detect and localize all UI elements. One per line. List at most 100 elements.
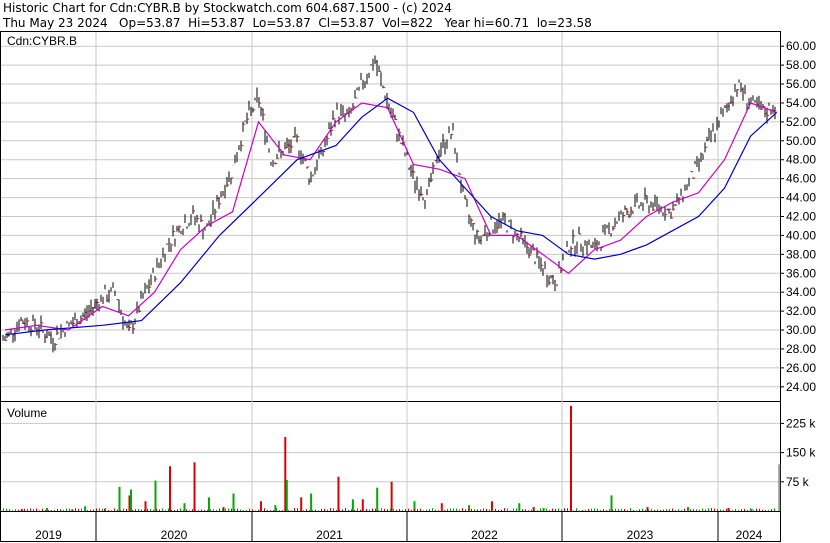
volume-bar-small [459,509,460,511]
volume-bar-small [492,510,493,512]
volume-bar-small [213,509,214,511]
volume-bar-small [210,509,211,511]
symbol-label: Cdn:CYBR.B [7,34,77,48]
volume-bar-small [441,508,442,511]
volume-bar [169,466,171,511]
volume-bar-small [327,509,328,511]
volume-bar-small [378,510,379,512]
volume-bar [337,476,340,511]
volume-bar-small [510,510,511,512]
volume-bar-small [132,509,133,511]
volume-bar-small [630,508,631,511]
volume-bar-small [732,510,733,512]
volume-bar-small [483,508,484,511]
volume-bar-small [12,510,13,512]
volume-bar-small [582,509,583,511]
volume-bar-small [750,508,751,511]
volume-bar-small [147,508,148,511]
volume-bar-small [594,508,595,511]
volume-bar-small [528,510,529,512]
year-label: 2024 [736,528,763,542]
volume-bar-small [348,509,349,511]
volume-bar-small [672,508,673,511]
volume-bar-small [309,510,310,512]
volume-bar-small [426,509,427,511]
volume-bar-small [519,509,520,511]
price-tick-label: 38.00 [786,247,816,261]
volume-bar-small [504,508,505,511]
volume-bar-small [180,508,181,511]
volume-bar-small [108,509,109,511]
volume-bar-small [186,509,187,511]
volume-bar-small [45,509,46,511]
volume-bar-small [57,508,58,511]
volume-bar-small [687,510,688,512]
volume-bar-small [27,508,28,511]
volume-bar-small [366,509,367,511]
volume-bar-small [540,508,541,511]
volume-bar-small [357,508,358,511]
volume-bar-small [588,508,589,511]
volume-bar-small [537,510,538,512]
volume-bar-small [771,509,772,511]
volume-bar-small [735,508,736,511]
volume-bar [310,493,313,511]
volume-bar-small [708,508,709,511]
volume-bar-small [738,510,739,512]
volume-bar-small [117,509,118,511]
volume-bar-small [627,509,628,511]
volume-bar-small [102,508,103,511]
volume-bar-small [681,510,682,512]
volume-bar-small [513,508,514,511]
volume-bar-small [312,510,313,512]
volume-tick-label: 150 k [786,446,816,460]
volume-bar-small [216,510,217,512]
volume-bar-small [561,509,562,511]
chart-stage: Historic Chart for Cdn:CYBR.B by Stockwa… [0,0,830,543]
volume-bar-small [744,508,745,511]
volume-bar-small [282,510,283,512]
volume-bar-small [609,508,610,511]
volume-bar-small [351,509,352,511]
volume-bar-small [435,509,436,511]
price-tick-label: 48.00 [786,153,816,167]
price-tick-label: 36.00 [786,266,816,280]
price-tick-label: 32.00 [786,304,816,318]
volume-bar-small [138,508,139,511]
volume-bar-small [396,509,397,511]
volume-bar-small [42,508,43,511]
volume-bar-small [684,508,685,511]
volume-bar-small [153,509,154,511]
volume-bar-small [642,508,643,511]
price-axis-ticks: 24.00 26.00 28.00 30.00 32.00 34.00 36.00 38.00… [780,39,816,394]
volume-bar-small [576,508,577,511]
volume-bar [376,487,379,511]
price-tick-label: 54.00 [786,96,816,110]
volume-bar-small [69,508,70,511]
volume-bar-small [51,509,52,511]
volume-bar-small [762,509,763,511]
date-axis-frame [0,511,781,542]
stock-chart-svg: 24.00 26.00 28.00 30.00 32.00 34.00 36.00 38.00… [0,31,816,542]
volume-bar [208,497,210,511]
volume-bar-small [621,508,622,511]
year-label: 2021 [316,528,343,542]
price-tick-label: 56.00 [786,77,816,91]
volume-bar-small [48,510,49,512]
volume-bar-small [525,509,526,511]
volume-bar [361,499,364,511]
volume-bar [351,499,354,511]
volume-bar-small [270,510,271,512]
volume-bar-small [618,509,619,511]
volume-bar-small [204,510,205,512]
volume-bar-small [453,508,454,511]
volume-bar-small [501,509,502,511]
price-tick-label: 42.00 [786,210,816,224]
volume-bar [259,501,262,511]
price-tick-label: 24.00 [786,380,816,394]
volume-bar-small [87,509,88,511]
volume-bar-small [291,510,292,512]
volume-bar-small [711,508,712,511]
volume-bar-small [240,509,241,511]
volume-bar-small [720,509,721,511]
